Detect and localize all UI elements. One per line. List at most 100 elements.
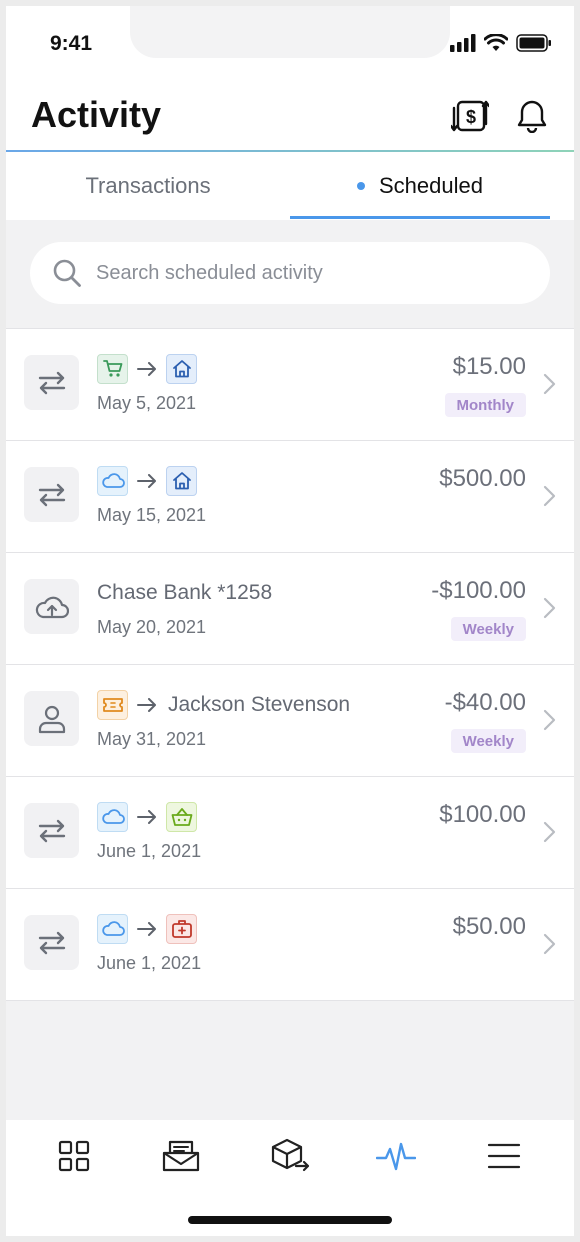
frequency-badge: Monthly	[444, 393, 526, 417]
list-item[interactable]: June 1, 2021 $50.00	[6, 889, 574, 1001]
row-amount: $50.00	[452, 913, 526, 940]
cloud-icon	[101, 473, 125, 488]
cellular-signal-icon	[450, 34, 476, 52]
arrow-right-icon	[128, 922, 166, 936]
home-icon	[172, 360, 191, 378]
frequency-badge: Weekly	[450, 617, 526, 641]
transfer-route: Jackson Stevenson	[97, 689, 350, 721]
search-bar[interactable]	[30, 242, 550, 304]
chevron-right-icon	[543, 933, 556, 955]
row-name: Jackson Stevenson	[168, 693, 351, 716]
list-item[interactable]: May 5, 2021 $15.00 Monthly	[6, 329, 574, 441]
basket-icon	[171, 808, 192, 826]
list-item[interactable]: Jackson Stevenson May 31, 2021 -$40.00 W…	[6, 665, 574, 777]
row-date: May 15, 2021	[97, 505, 207, 525]
status-bar: 9:41	[6, 6, 574, 86]
chevron-right-icon	[543, 597, 556, 619]
cloud-icon	[101, 921, 125, 936]
header: Activity $	[6, 86, 574, 152]
mail-tray-icon	[162, 1140, 200, 1172]
person-icon	[38, 705, 65, 733]
search-icon	[53, 259, 81, 287]
active-tab-underline	[290, 216, 550, 219]
transfer-icon	[38, 371, 65, 394]
search-input[interactable]	[96, 261, 516, 285]
exchange-button[interactable]: $	[450, 96, 490, 136]
to-chip	[166, 466, 197, 496]
row-date: June 1, 2021	[97, 841, 202, 861]
bell-icon	[517, 100, 547, 133]
tab-label: Transactions	[85, 173, 211, 198]
battery-icon	[516, 34, 551, 52]
row-type-tile	[24, 915, 79, 970]
arrow-right-icon	[128, 362, 166, 376]
from-chip	[97, 802, 128, 832]
list-item[interactable]: June 1, 2021 $100.00	[6, 777, 574, 889]
page-title: Activity	[31, 94, 162, 135]
chevron-right-icon	[543, 821, 556, 843]
nav-activity[interactable]	[366, 1134, 426, 1178]
to-chip	[166, 354, 197, 384]
tab-label: Scheduled	[379, 173, 483, 198]
row-date: May 20, 2021	[97, 617, 207, 637]
chevron-right-icon	[543, 709, 556, 731]
scheduled-list: May 5, 2021 $15.00 Monthly May 15, 2021 …	[6, 328, 574, 1001]
box-send-icon	[271, 1138, 310, 1172]
menu-icon	[487, 1143, 521, 1169]
chevron-right-icon	[543, 373, 556, 395]
arrow-right-icon	[128, 474, 166, 488]
from-chip	[97, 354, 128, 384]
status-time: 9:41	[50, 32, 93, 55]
transfer-route	[97, 913, 197, 945]
dollar-exchange-icon: $	[451, 100, 489, 132]
activity-pulse-icon	[376, 1142, 416, 1171]
wifi-icon	[484, 34, 508, 51]
transfer-route: Chase Bank *1258	[97, 577, 272, 609]
nav-dashboard[interactable]	[44, 1134, 104, 1178]
row-name: Chase Bank *1258	[97, 581, 273, 604]
ticket-icon	[102, 698, 123, 712]
to-chip	[166, 802, 197, 832]
home-indicator[interactable]	[188, 1216, 392, 1224]
row-type-tile	[24, 355, 79, 410]
transfer-route	[97, 801, 197, 833]
row-date: May 31, 2021	[97, 729, 207, 749]
nav-inbox[interactable]	[151, 1134, 211, 1178]
transfer-icon	[38, 483, 65, 506]
arrow-right-icon	[128, 698, 166, 712]
nav-send[interactable]	[260, 1134, 320, 1178]
active-tab-dot	[357, 182, 365, 190]
to-chip	[166, 914, 197, 944]
tab-bar: Transactions Scheduled	[6, 152, 574, 220]
home-icon	[172, 472, 191, 490]
row-amount: -$100.00	[431, 577, 526, 604]
tab-transactions[interactable]: Transactions	[6, 152, 290, 220]
transfer-icon	[38, 931, 65, 954]
from-chip	[97, 914, 128, 944]
row-type-tile	[24, 691, 79, 746]
row-date: June 1, 2021	[97, 953, 202, 973]
row-amount: $15.00	[452, 353, 526, 380]
row-type-tile	[24, 579, 79, 634]
list-item[interactable]: May 15, 2021 $500.00	[6, 441, 574, 553]
list-item[interactable]: Chase Bank *1258 May 20, 2021 -$100.00 W…	[6, 553, 574, 665]
frequency-badge: Weekly	[450, 729, 526, 753]
row-amount: $100.00	[439, 801, 526, 828]
tab-scheduled[interactable]: Scheduled	[290, 152, 550, 220]
row-type-tile	[24, 467, 79, 522]
from-chip	[97, 690, 128, 720]
chevron-right-icon	[543, 485, 556, 507]
notifications-button[interactable]	[512, 96, 552, 136]
row-date: May 5, 2021	[97, 393, 197, 413]
grid-icon	[58, 1140, 90, 1172]
row-amount: -$40.00	[444, 689, 526, 716]
row-type-tile	[24, 803, 79, 858]
cloud-icon	[101, 809, 125, 824]
cloud-upload-icon	[35, 596, 69, 618]
transfer-icon	[38, 819, 65, 842]
medkit-icon	[171, 920, 192, 938]
transfer-route	[97, 465, 197, 497]
svg-text:$: $	[466, 107, 476, 127]
cart-icon	[102, 360, 122, 377]
nav-menu[interactable]	[474, 1134, 534, 1178]
